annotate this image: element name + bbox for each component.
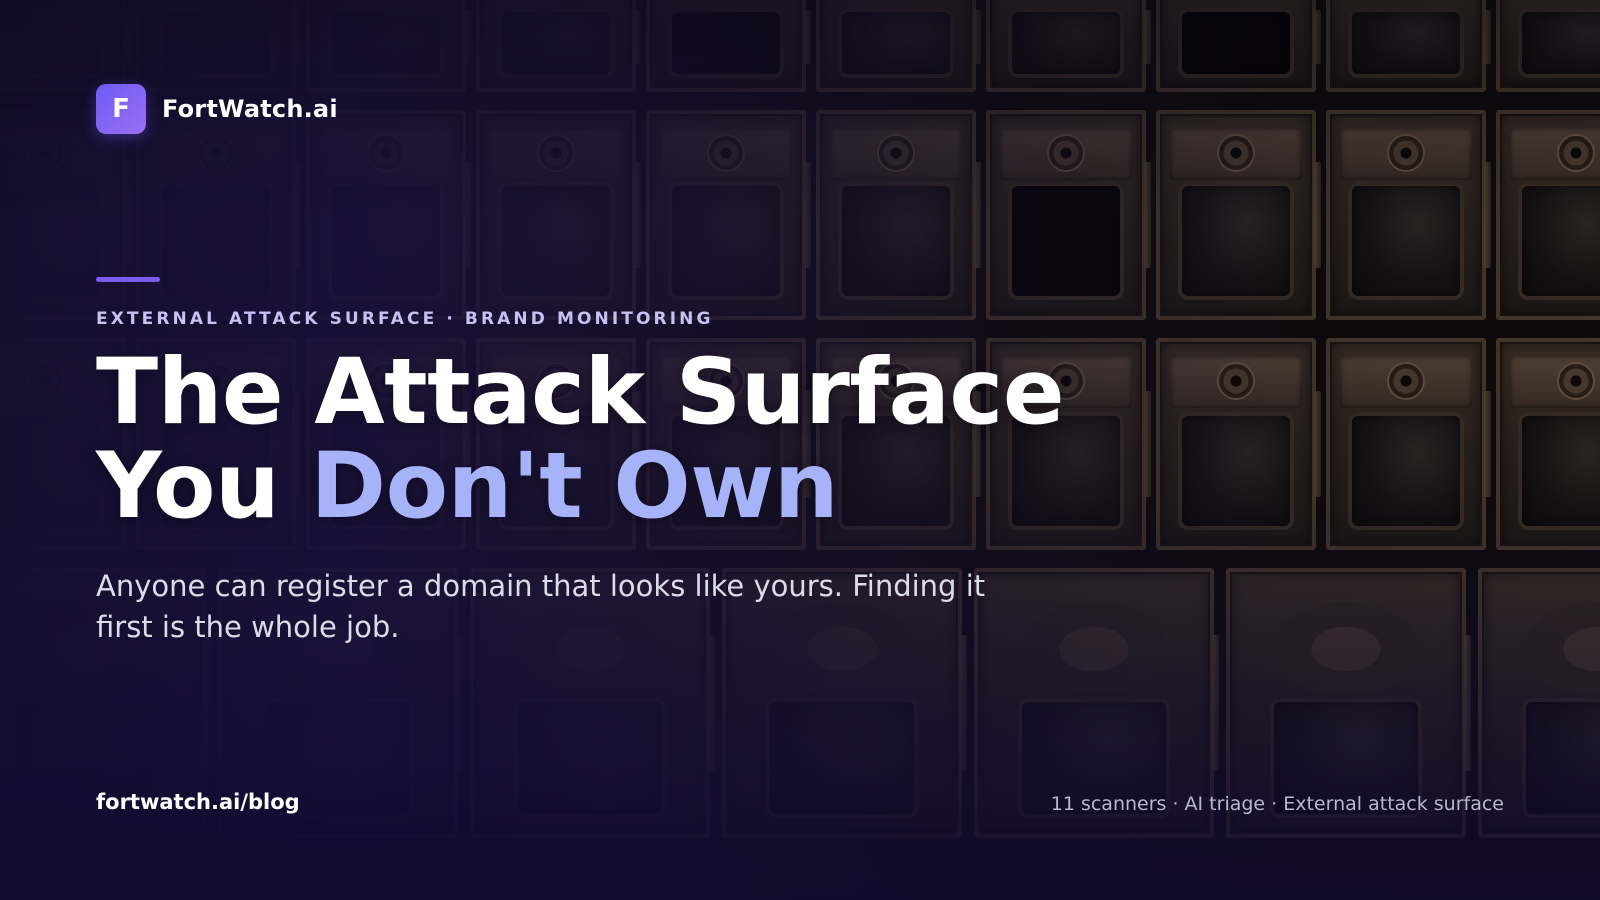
accent-rule xyxy=(96,277,160,282)
brand-lockup[interactable]: F FortWatch.ai xyxy=(96,84,338,134)
blog-url-link[interactable]: fortwatch.ai/blog xyxy=(96,790,300,814)
headline: The Attack Surface You Don't Own xyxy=(96,346,1065,534)
footer-tagline: 11 scanners · AI triage · External attac… xyxy=(1050,793,1504,815)
social-card: F FortWatch.ai EXTERNAL ATTACK SURFACE ·… xyxy=(0,0,1600,900)
headline-highlight: Don't Own xyxy=(310,434,839,539)
logo-mark-icon: F xyxy=(96,84,146,134)
headline-line-2-plain: You xyxy=(96,434,311,539)
headline-line-1: The Attack Surface xyxy=(96,340,1065,445)
subtitle: Anyone can register a domain that looks … xyxy=(96,569,986,644)
brand-name: FortWatch.ai xyxy=(162,95,338,123)
eyebrow-label: EXTERNAL ATTACK SURFACE · BRAND MONITORI… xyxy=(96,309,714,329)
